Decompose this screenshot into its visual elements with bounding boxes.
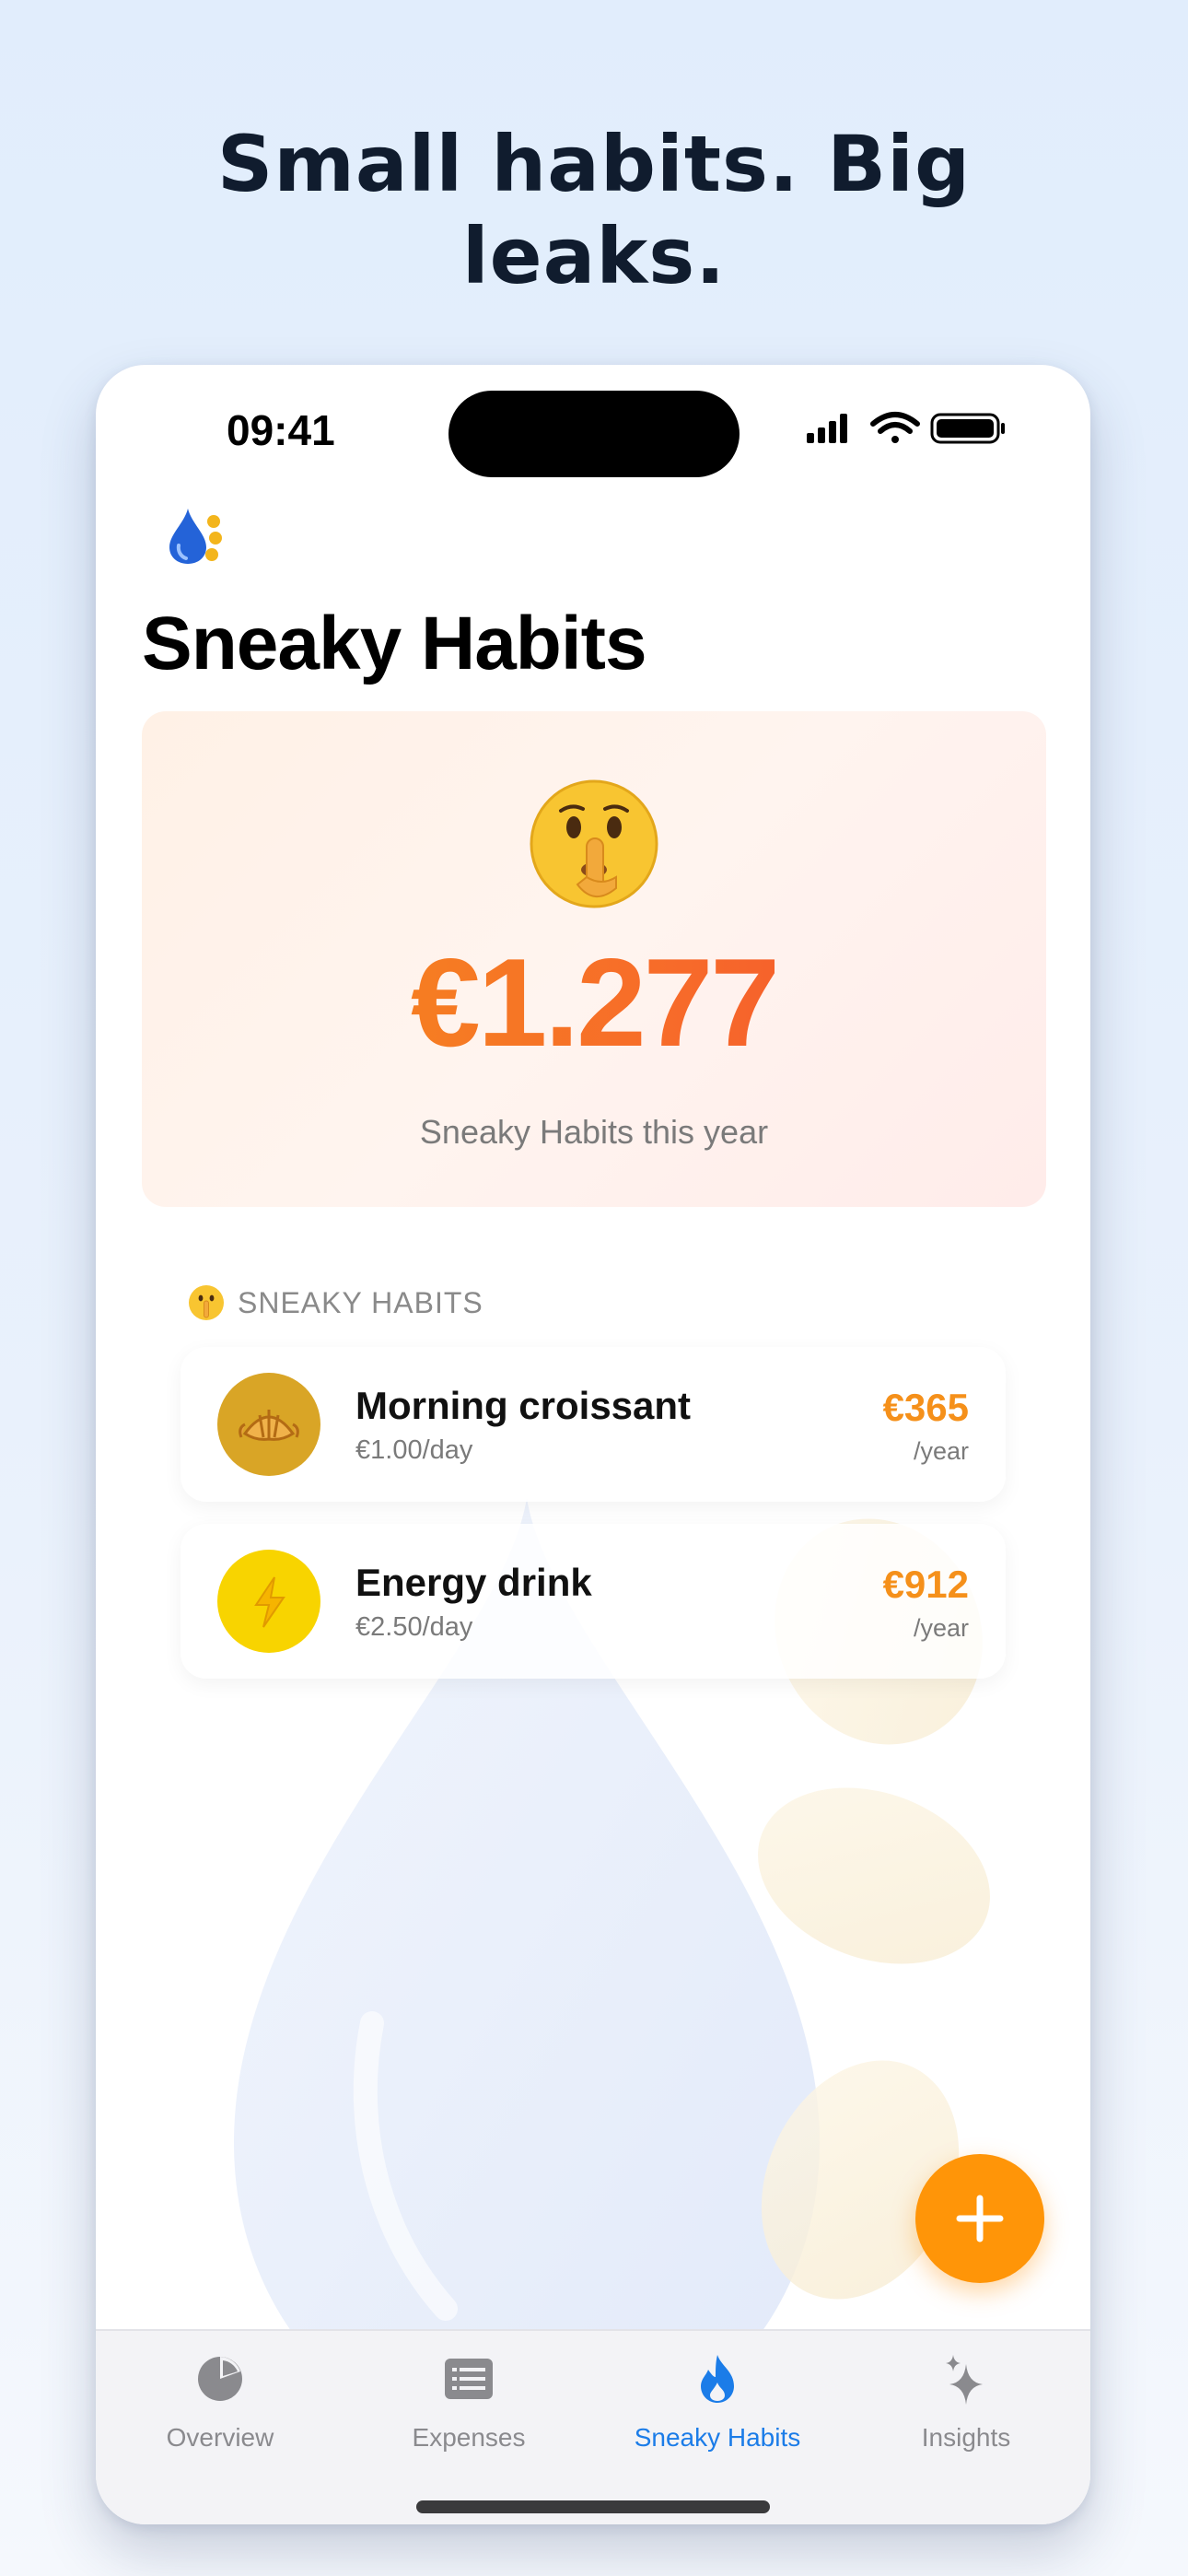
section-title: SNEAKY HABITS — [238, 1285, 483, 1319]
tab-label: Expenses — [412, 2423, 526, 2452]
tab-label: Sneaky Habits — [634, 2423, 801, 2452]
section-header-sneaky-habits: SNEAKY HABITS — [188, 1282, 483, 1323]
habit-period: /year — [913, 1437, 969, 1465]
add-habit-button[interactable] — [915, 2154, 1044, 2283]
flame-icon — [701, 2355, 734, 2403]
yearly-total-amount: €1.277 — [142, 931, 1046, 1074]
habit-card[interactable]: Morning croissant €1.00/day €365 /year — [181, 1347, 1006, 1502]
tab-expenses[interactable]: Expenses — [344, 2351, 593, 2471]
marketing-headline: Small habits. Big leaks. — [0, 118, 1188, 302]
tab-insights[interactable]: Insights — [842, 2351, 1090, 2471]
habit-rate: €2.50/day — [355, 1612, 473, 1642]
tab-bar: Overview Expenses Sneaky Habits Insights — [96, 2329, 1090, 2524]
headline-line-2: leaks. — [461, 211, 727, 301]
croissant-icon — [217, 1373, 320, 1476]
tab-label: Insights — [921, 2423, 1011, 2452]
habit-name: Morning croissant — [355, 1384, 692, 1427]
battery-icon — [930, 413, 1005, 444]
plus-icon — [956, 2195, 1004, 2242]
habit-yearly-amount: €365 — [882, 1386, 969, 1429]
list-icon — [445, 2359, 493, 2399]
tab-overview[interactable]: Overview — [96, 2351, 344, 2471]
habit-period: /year — [913, 1614, 969, 1642]
headline-line-1: Small habits. Big — [216, 119, 972, 209]
tab-label: Overview — [166, 2423, 274, 2452]
status-bar: 09:41 — [96, 365, 1090, 494]
habit-name: Energy drink — [355, 1561, 592, 1604]
phone-screen: 09:41 Sneaky Habits €1.277 Sneaky Habits… — [96, 365, 1090, 2524]
pie-chart-icon — [198, 2357, 242, 2401]
tab-sneaky-habits[interactable]: Sneaky Habits — [593, 2351, 842, 2471]
status-icons — [807, 412, 1005, 444]
status-time: 09:41 — [227, 406, 335, 454]
habit-card[interactable]: Energy drink €2.50/day €912 /year — [181, 1524, 1006, 1679]
signal-icon — [807, 414, 847, 443]
yearly-total-label: Sneaky Habits this year — [419, 1113, 769, 1151]
water-drop-coins-icon — [169, 509, 222, 564]
dynamic-island — [448, 391, 740, 477]
home-indicator — [416, 2500, 770, 2513]
lightning-icon — [217, 1550, 320, 1653]
habit-yearly-amount: €912 — [882, 1563, 969, 1606]
page-title: Sneaky Habits — [142, 602, 647, 685]
shushing-face-icon — [189, 1285, 224, 1320]
shushing-face-icon — [530, 779, 658, 908]
yearly-total-card: €1.277 Sneaky Habits this year — [142, 711, 1046, 1207]
wifi-icon — [870, 412, 920, 443]
habit-rate: €1.00/day — [355, 1435, 473, 1465]
sparkles-icon — [946, 2355, 983, 2405]
